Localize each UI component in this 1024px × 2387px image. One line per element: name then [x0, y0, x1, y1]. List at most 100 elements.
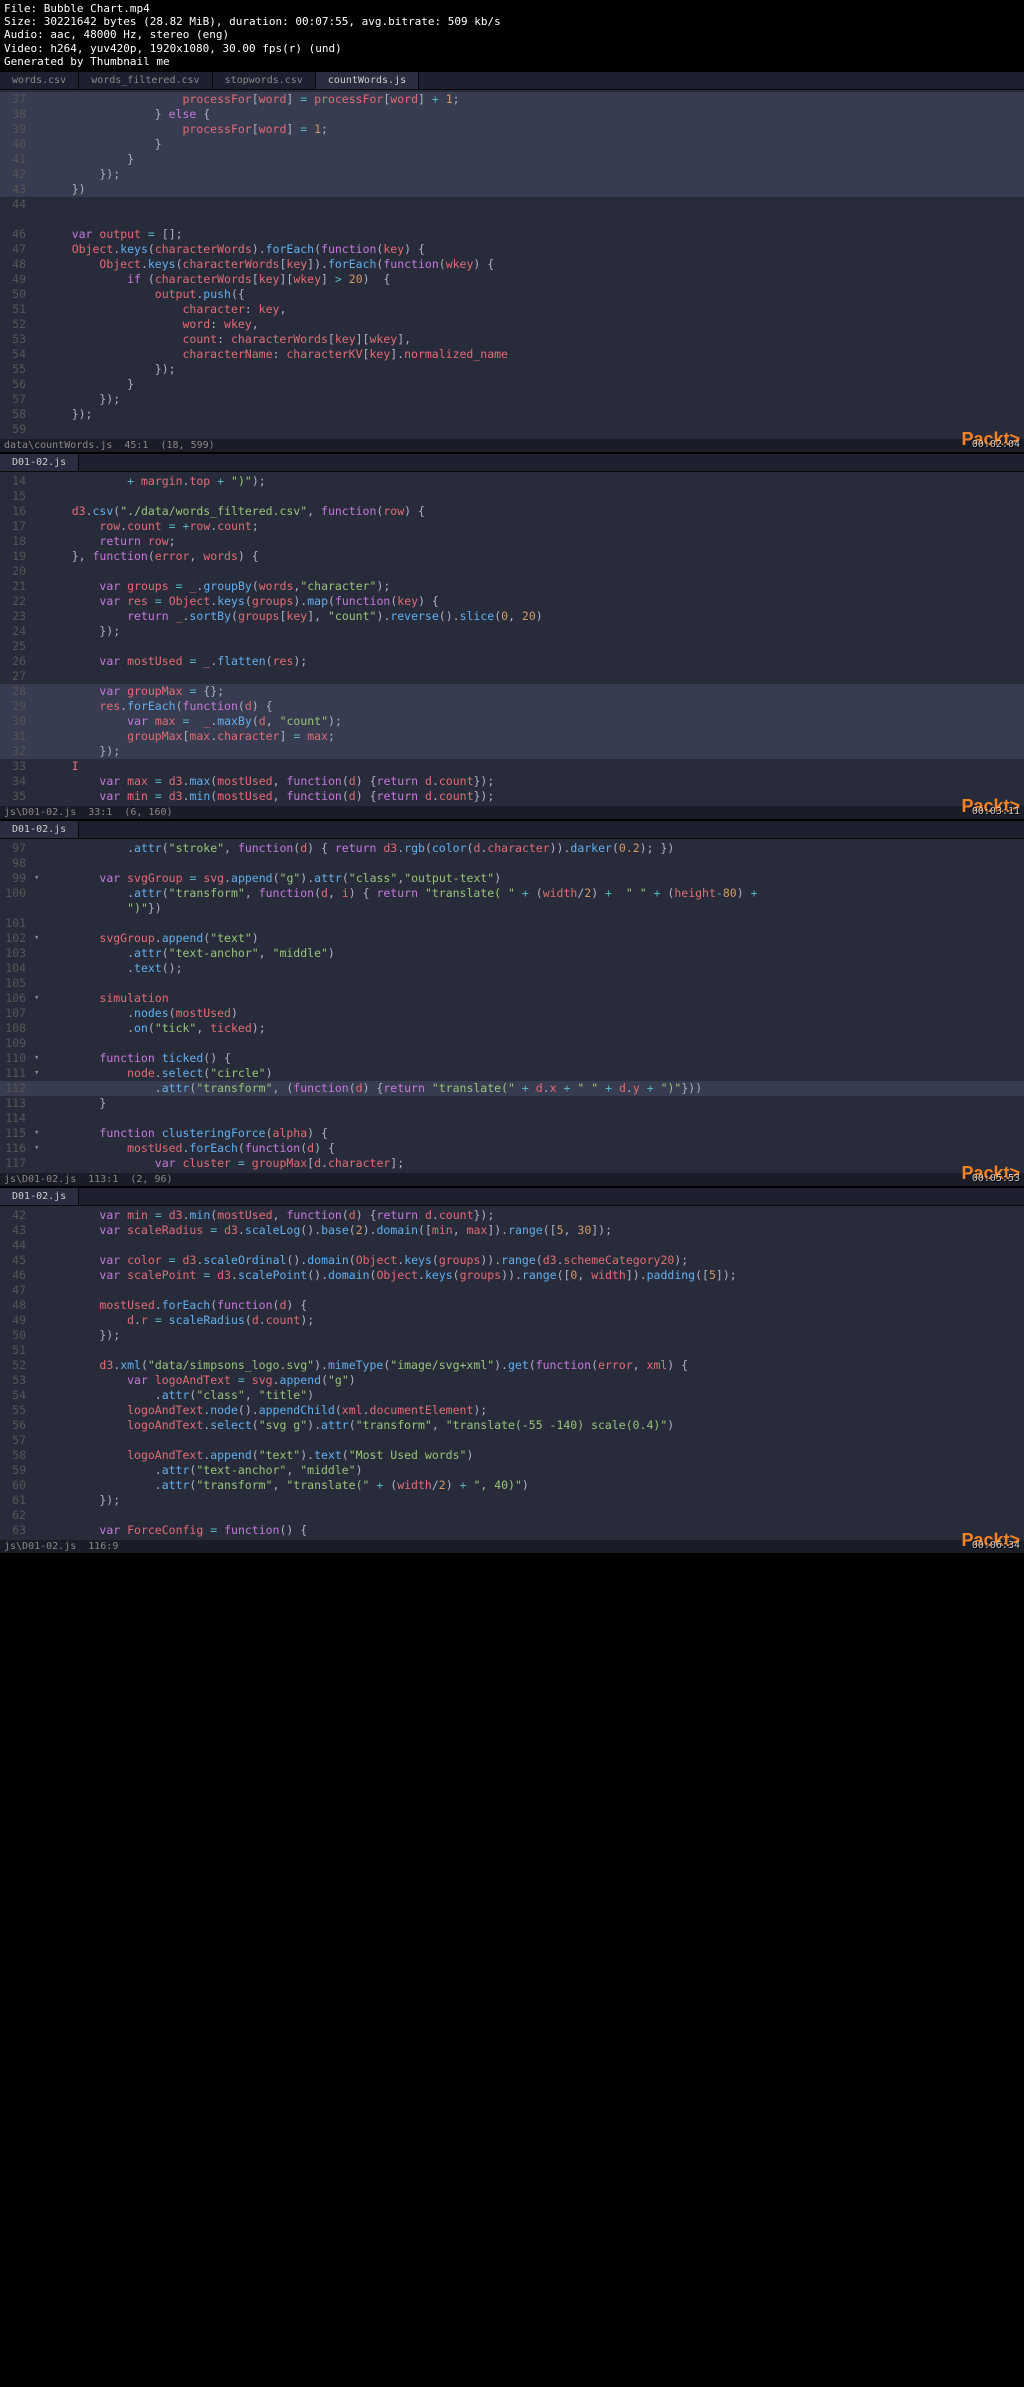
fold-marker[interactable]: [34, 534, 44, 549]
fold-marker[interactable]: [34, 1223, 44, 1238]
fold-marker[interactable]: [34, 474, 44, 489]
code-line[interactable]: ")"}): [0, 901, 1024, 916]
code-line[interactable]: 44: [0, 197, 1024, 212]
fold-marker[interactable]: [34, 729, 44, 744]
code-line[interactable]: 56 }: [0, 377, 1024, 392]
code-line[interactable]: 46 var scalePoint = d3.scalePoint().doma…: [0, 1268, 1024, 1283]
fold-marker[interactable]: [34, 1388, 44, 1403]
code-line[interactable]: 33 I: [0, 759, 1024, 774]
fold-marker[interactable]: ▾: [34, 871, 44, 886]
fold-marker[interactable]: [34, 167, 44, 182]
fold-marker[interactable]: [34, 1268, 44, 1283]
code-line[interactable]: 107 .nodes(mostUsed): [0, 1006, 1024, 1021]
code-line[interactable]: 99▾ var svgGroup = svg.append("g").attr(…: [0, 871, 1024, 886]
fold-marker[interactable]: [34, 392, 44, 407]
fold-marker[interactable]: [34, 579, 44, 594]
tab-D01-02-js[interactable]: D01-02.js: [0, 1188, 79, 1205]
fold-marker[interactable]: [34, 901, 44, 916]
code-line[interactable]: 60 .attr("transform", "translate(" + (wi…: [0, 1478, 1024, 1493]
code-line[interactable]: 102▾ svgGroup.append("text"): [0, 931, 1024, 946]
fold-marker[interactable]: [34, 976, 44, 991]
code-line[interactable]: 52 d3.xml("data/simpsons_logo.svg").mime…: [0, 1358, 1024, 1373]
fold-marker[interactable]: [34, 332, 44, 347]
fold-marker[interactable]: ▾: [34, 1141, 44, 1156]
code-line[interactable]: 105: [0, 976, 1024, 991]
code-line[interactable]: 98: [0, 856, 1024, 871]
code-line[interactable]: 14 + margin.top + ")");: [0, 474, 1024, 489]
fold-marker[interactable]: [34, 122, 44, 137]
fold-marker[interactable]: [34, 1283, 44, 1298]
fold-marker[interactable]: [34, 1036, 44, 1051]
fold-marker[interactable]: [34, 1096, 44, 1111]
code-line[interactable]: 113 }: [0, 1096, 1024, 1111]
tab-D01-02-js[interactable]: D01-02.js: [0, 821, 79, 838]
fold-marker[interactable]: [34, 182, 44, 197]
code-line[interactable]: 57 });: [0, 392, 1024, 407]
fold-marker[interactable]: ▾: [34, 1066, 44, 1081]
tab-stopwords-csv[interactable]: stopwords.csv: [213, 72, 316, 89]
fold-marker[interactable]: [34, 1328, 44, 1343]
fold-marker[interactable]: [34, 1298, 44, 1313]
fold-marker[interactable]: [34, 107, 44, 122]
fold-marker[interactable]: [34, 856, 44, 871]
fold-marker[interactable]: [34, 1006, 44, 1021]
code-line[interactable]: 27: [0, 669, 1024, 684]
fold-marker[interactable]: [34, 774, 44, 789]
fold-marker[interactable]: [34, 1373, 44, 1388]
code-line[interactable]: 62: [0, 1508, 1024, 1523]
fold-marker[interactable]: [34, 152, 44, 167]
fold-marker[interactable]: [34, 669, 44, 684]
fold-marker[interactable]: [34, 1021, 44, 1036]
code-line[interactable]: 54 characterName: characterKV[key].norma…: [0, 347, 1024, 362]
fold-marker[interactable]: [34, 1156, 44, 1171]
fold-marker[interactable]: [34, 759, 44, 774]
fold-marker[interactable]: [34, 212, 44, 227]
code-line[interactable]: 104 .text();: [0, 961, 1024, 976]
fold-marker[interactable]: [34, 1508, 44, 1523]
code-line[interactable]: 34 var max = d3.max(mostUsed, function(d…: [0, 774, 1024, 789]
code-line[interactable]: 48 Object.keys(characterWords[key]).forE…: [0, 257, 1024, 272]
fold-marker[interactable]: [34, 257, 44, 272]
code-line[interactable]: 49 d.r = scaleRadius(d.count);: [0, 1313, 1024, 1328]
fold-marker[interactable]: [34, 609, 44, 624]
code-line[interactable]: 58 logoAndText.append("text").text("Most…: [0, 1448, 1024, 1463]
fold-marker[interactable]: [34, 1358, 44, 1373]
code-line[interactable]: 46 var output = [];: [0, 227, 1024, 242]
code-line[interactable]: 51 character: key,: [0, 302, 1024, 317]
fold-marker[interactable]: [34, 489, 44, 504]
code-line[interactable]: 43 }): [0, 182, 1024, 197]
fold-marker[interactable]: [34, 1418, 44, 1433]
fold-marker[interactable]: ▾: [34, 931, 44, 946]
code-line[interactable]: 57: [0, 1433, 1024, 1448]
fold-marker[interactable]: [34, 946, 44, 961]
fold-marker[interactable]: [34, 407, 44, 422]
fold-marker[interactable]: [34, 714, 44, 729]
code-line[interactable]: 21 var groups = _.groupBy(words,"charact…: [0, 579, 1024, 594]
code-line[interactable]: 101: [0, 916, 1024, 931]
fold-marker[interactable]: [34, 1523, 44, 1538]
code-line[interactable]: 23 return _.sortBy(groups[key], "count")…: [0, 609, 1024, 624]
fold-marker[interactable]: [34, 549, 44, 564]
code-line[interactable]: 114: [0, 1111, 1024, 1126]
fold-marker[interactable]: [34, 1081, 44, 1096]
code-line[interactable]: 37 processFor[word] = processFor[word] +…: [0, 92, 1024, 107]
code-line[interactable]: 24 });: [0, 624, 1024, 639]
fold-marker[interactable]: [34, 1208, 44, 1223]
code-line[interactable]: 50 output.push({: [0, 287, 1024, 302]
tab-countWords-js[interactable]: countWords.js: [316, 72, 419, 89]
code-line[interactable]: 32 });: [0, 744, 1024, 759]
code-line[interactable]: 54 .attr("class", "title"): [0, 1388, 1024, 1403]
code-line[interactable]: 42 var min = d3.min(mostUsed, function(d…: [0, 1208, 1024, 1223]
code-line[interactable]: 50 });: [0, 1328, 1024, 1343]
fold-marker[interactable]: [34, 287, 44, 302]
fold-marker[interactable]: [34, 1493, 44, 1508]
code-line[interactable]: 45 var color = d3.scaleOrdinal().domain(…: [0, 1253, 1024, 1268]
code-line[interactable]: 28 var groupMax = {};: [0, 684, 1024, 699]
code-line[interactable]: 47: [0, 1283, 1024, 1298]
code-line[interactable]: 61 });: [0, 1493, 1024, 1508]
code-line[interactable]: 42 });: [0, 167, 1024, 182]
fold-marker[interactable]: [34, 639, 44, 654]
code-line[interactable]: 31 groupMax[max.character] = max;: [0, 729, 1024, 744]
fold-marker[interactable]: [34, 699, 44, 714]
fold-marker[interactable]: [34, 377, 44, 392]
